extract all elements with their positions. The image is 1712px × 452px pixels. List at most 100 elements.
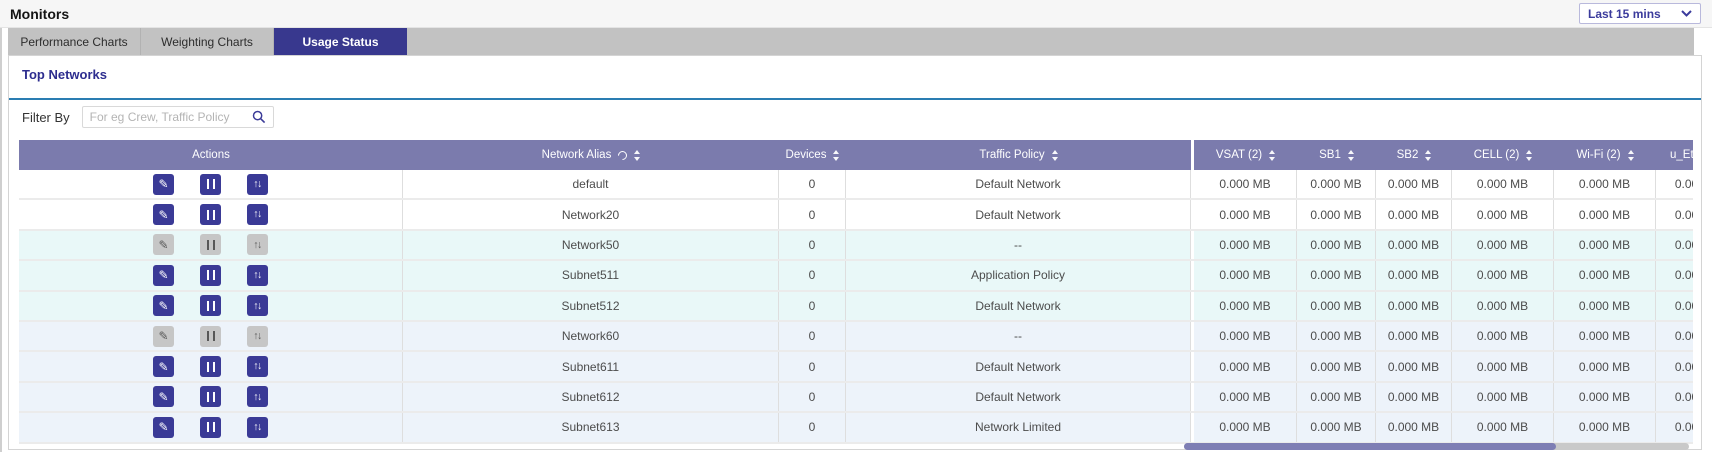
usage-cell: 0.000 MB [1376, 292, 1452, 320]
updown-button[interactable]: ↑↓ [247, 326, 268, 347]
metric-cells: 0.000 MB0.000 MB0.000 MB0.000 MB0.000 MB… [1194, 292, 1693, 320]
sort-arrows-icon[interactable] [1269, 150, 1275, 161]
usage-cell: 0.000 MB [1452, 413, 1554, 441]
pause-icon [207, 362, 215, 372]
edit-button[interactable]: ✎ [153, 326, 174, 347]
network-alias-cell: Network60 [403, 322, 779, 350]
table-row: ✎ ↑↓ Subnet613 0 Network Limited 0.000 M… [19, 413, 1693, 443]
updown-button[interactable]: ↑↓ [247, 204, 268, 225]
usage-cell: 0.000 MB [1452, 170, 1554, 198]
traffic-policy-cell: Network Limited [846, 413, 1191, 441]
pause-button[interactable] [200, 204, 221, 225]
column-header-metric[interactable]: CELL (2) [1452, 140, 1554, 170]
edit-icon: ✎ [158, 269, 168, 281]
sort-arrows-icon[interactable] [1628, 150, 1634, 161]
edit-icon: ✎ [158, 178, 168, 190]
usage-cell: 0.000 MB [1452, 200, 1554, 228]
tab-usage-status[interactable]: Usage Status [274, 28, 407, 55]
edit-button[interactable]: ✎ [153, 417, 174, 438]
sort-arrows-icon[interactable] [634, 150, 640, 161]
network-alias-cell: Subnet512 [403, 292, 779, 320]
traffic-policy-cell: Default Network [846, 383, 1191, 411]
updown-button[interactable]: ↑↓ [247, 265, 268, 286]
sort-arrows-icon[interactable] [1425, 150, 1431, 161]
usage-cell: 0.000 MB [1656, 383, 1693, 411]
pause-button[interactable] [200, 326, 221, 347]
edit-button[interactable]: ✎ [153, 295, 174, 316]
usage-cell: 0.000 MB [1656, 352, 1693, 380]
pause-button[interactable] [200, 386, 221, 407]
traffic-policy-cell: Default Network [846, 292, 1191, 320]
usage-cell: 0.000 MB [1297, 200, 1376, 228]
column-header-actions: Actions [19, 140, 403, 170]
sort-arrows-icon[interactable] [1052, 150, 1058, 161]
network-alias-cell: default [403, 170, 779, 198]
actions-cell: ✎ ↑↓ [19, 383, 403, 411]
usage-cell: 0.000 MB [1656, 170, 1693, 198]
edit-button[interactable]: ✎ [153, 356, 174, 377]
usage-cell: 0.000 MB [1554, 383, 1656, 411]
usage-cell: 0.000 MB [1194, 413, 1297, 441]
time-range-select[interactable]: Last 15 mins [1579, 3, 1701, 24]
column-header-metric[interactable]: u_Et [1656, 140, 1693, 170]
column-header-metric[interactable]: Wi-Fi (2) [1554, 140, 1656, 170]
column-header-network-alias[interactable]: Network Alias [403, 140, 779, 170]
search-icon[interactable] [252, 110, 266, 124]
table-row: ✎ ↑↓ default 0 Default Network 0.000 MB0… [19, 170, 1693, 200]
filter-input-box [82, 106, 274, 128]
tab-weighting-charts[interactable]: Weighting Charts [141, 28, 274, 55]
updown-button[interactable]: ↑↓ [247, 356, 268, 377]
sort-arrows-icon[interactable] [833, 150, 839, 161]
metric-cells: 0.000 MB0.000 MB0.000 MB0.000 MB0.000 MB… [1194, 322, 1693, 350]
up-down-icon: ↑↓ [253, 422, 262, 433]
pause-button[interactable] [200, 295, 221, 316]
up-down-icon: ↑↓ [253, 331, 262, 342]
usage-cell: 0.000 MB [1376, 352, 1452, 380]
horizontal-scrollbar[interactable] [1184, 443, 1689, 450]
column-header-metric[interactable]: SB2 [1376, 140, 1452, 170]
updown-button[interactable]: ↑↓ [247, 174, 268, 195]
traffic-policy-cell: Application Policy [846, 261, 1191, 289]
pause-button[interactable] [200, 356, 221, 377]
actions-cell: ✎ ↑↓ [19, 231, 403, 259]
actions-cell: ✎ ↑↓ [19, 322, 403, 350]
column-header-metric[interactable]: SB1 [1297, 140, 1376, 170]
edit-button[interactable]: ✎ [153, 204, 174, 225]
column-header-metric[interactable]: VSAT (2) [1194, 140, 1297, 170]
usage-cell: 0.000 MB [1554, 292, 1656, 320]
sort-arrows-icon[interactable] [1526, 150, 1532, 161]
pause-button[interactable] [200, 174, 221, 195]
pause-icon [207, 240, 215, 250]
updown-button[interactable]: ↑↓ [247, 295, 268, 316]
edit-button[interactable]: ✎ [153, 174, 174, 195]
devices-cell: 0 [779, 383, 846, 411]
updown-button[interactable]: ↑↓ [247, 386, 268, 407]
network-alias-cell: Subnet611 [403, 352, 779, 380]
usage-cell: 0.000 MB [1194, 322, 1297, 350]
column-header-traffic-policy[interactable]: Traffic Policy [846, 140, 1191, 170]
metric-cells: 0.000 MB0.000 MB0.000 MB0.000 MB0.000 MB… [1194, 170, 1693, 198]
edit-button[interactable]: ✎ [153, 265, 174, 286]
pause-button[interactable] [200, 234, 221, 255]
edit-button[interactable]: ✎ [153, 386, 174, 407]
updown-button[interactable]: ↑↓ [247, 234, 268, 255]
usage-cell: 0.000 MB [1376, 383, 1452, 411]
tab-performance-charts[interactable]: Performance Charts [8, 28, 141, 55]
actions-cell: ✎ ↑↓ [19, 170, 403, 198]
filter-input[interactable] [90, 110, 252, 124]
up-down-icon: ↑↓ [253, 392, 262, 403]
refresh-icon[interactable] [616, 149, 629, 162]
sort-arrows-icon[interactable] [1348, 150, 1354, 161]
usage-cell: 0.000 MB [1194, 200, 1297, 228]
filter-row: Filter By [22, 105, 274, 129]
edit-button[interactable]: ✎ [153, 234, 174, 255]
pause-button[interactable] [200, 417, 221, 438]
usage-cell: 0.000 MB [1194, 170, 1297, 198]
up-down-icon: ↑↓ [253, 240, 262, 251]
devices-cell: 0 [779, 352, 846, 380]
updown-button[interactable]: ↑↓ [247, 417, 268, 438]
horizontal-scrollbar-thumb[interactable] [1184, 443, 1556, 450]
metric-cells: 0.000 MB0.000 MB0.000 MB0.000 MB0.000 MB… [1194, 352, 1693, 380]
pause-button[interactable] [200, 265, 221, 286]
column-header-devices[interactable]: Devices [779, 140, 846, 170]
